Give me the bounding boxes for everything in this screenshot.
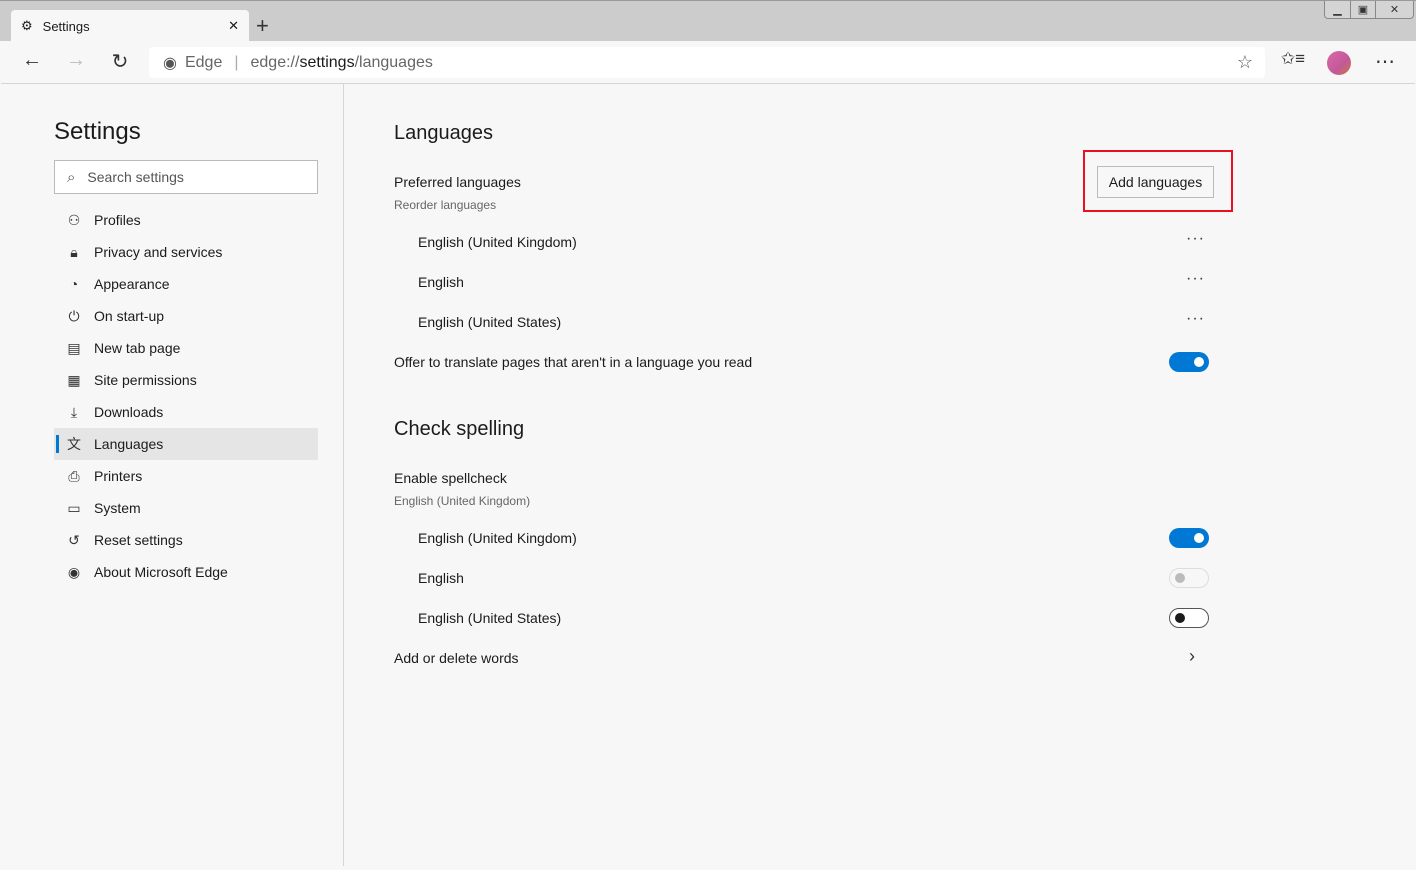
chevron-right-icon[interactable]: › [1189, 646, 1195, 667]
sidebar-item-label: Appearance [94, 276, 170, 292]
refresh-button[interactable]: ↻ [106, 49, 134, 74]
preferred-languages-label: Preferred languages [394, 174, 521, 190]
sidebar-item-site-permissions[interactable]: ▦ Site permissions [54, 364, 318, 396]
sidebar-item-label: On start-up [94, 308, 165, 324]
url-scheme: edge:// [250, 53, 300, 71]
search-placeholder: Search settings [87, 169, 184, 185]
search-input[interactable]: ⌕ Search settings [54, 160, 318, 194]
site-permissions-icon: ▦ [67, 371, 81, 388]
printer-icon: ⎙ [68, 467, 80, 484]
more-options-icon[interactable]: ··· [1186, 270, 1205, 288]
sidebar-item-label: Profiles [94, 212, 141, 228]
toolbar: ← → ↻ ◉ Edge | edge://settings/languages… [1, 41, 1415, 84]
window-controls: ▁ ▣ ✕ [1324, 1, 1414, 19]
url-host: settings [299, 53, 355, 71]
edge-logo-icon: ◉ [67, 563, 81, 580]
new-tab-icon: ▤ [67, 339, 81, 356]
preferred-language-item: English (United States) [418, 314, 562, 330]
maximize-button[interactable]: ▣ [1350, 1, 1375, 18]
sidebar-item-label: System [94, 500, 141, 516]
sidebar-item-label: Site permissions [94, 372, 197, 388]
sidebar-item-reset-settings[interactable]: ↺ Reset settings [54, 524, 318, 556]
add-favorite-icon[interactable]: ☆ [1237, 52, 1253, 73]
sidebar-item-system[interactable]: ▭ System [54, 492, 318, 524]
minimize-button[interactable]: ▁ [1325, 1, 1350, 18]
sidebar-item-label: Downloads [94, 404, 164, 420]
enable-spellcheck-label: Enable spellcheck [394, 470, 507, 486]
spellcheck-language-item: English [418, 570, 464, 586]
sidebar-item-label: Reset settings [94, 532, 183, 548]
sidebar-item-privacy-and-services[interactable]: 🔒︎ Privacy and services [54, 236, 318, 268]
power-icon: ⏻ [68, 307, 80, 324]
preferred-language-item: English (United Kingdom) [418, 234, 577, 250]
back-button[interactable]: ← [18, 49, 46, 72]
avatar[interactable] [1327, 51, 1351, 75]
edge-logo-icon: ◉ [163, 54, 177, 72]
highlight-box [1083, 150, 1233, 212]
spellcheck-language-item: English (United States) [418, 610, 562, 626]
languages-heading: Languages [394, 122, 493, 144]
spellcheck-language-item: English (United Kingdom) [418, 530, 577, 546]
sidebar-item-label: Privacy and services [94, 244, 223, 260]
sidebar-item-downloads[interactable]: ⤓ Downloads [54, 396, 318, 428]
sidebar-item-new-tab-page[interactable]: ▤ New tab page [54, 332, 318, 364]
download-icon: ⤓ [70, 403, 78, 420]
sidebar-item-about-microsoft-edge[interactable]: ◉ About Microsoft Edge [54, 556, 318, 588]
sidebar-item-on-start-up[interactable]: ⏻ On start-up [54, 300, 318, 332]
sidebar-item-languages[interactable]: 文 Languages [54, 428, 318, 460]
sidebar-nav: ⚇ Profiles 🔒︎ Privacy and services ◔ Appearan… [54, 204, 318, 588]
search-icon: ⌕ [67, 168, 76, 186]
favorites-icon[interactable]: ✩≡ [1279, 49, 1307, 69]
sidebar-title: Settings [54, 118, 141, 145]
sidebar-item-profiles[interactable]: ⚇ Profiles [54, 204, 318, 236]
tab-title: Settings [42, 18, 90, 34]
sidebar-item-label: About Microsoft Edge [94, 564, 228, 580]
preferred-languages-sub: Reorder languages [394, 198, 497, 212]
add-delete-words-link[interactable]: Add or delete words [394, 650, 519, 666]
person-icon: ⚇ [67, 211, 81, 228]
address-separator: | [234, 53, 239, 71]
forward-button[interactable]: → [62, 49, 90, 72]
gear-icon: ⚙ [21, 18, 33, 33]
more-menu-icon[interactable]: ⋯ [1371, 49, 1399, 74]
close-window-button[interactable]: ✕ [1375, 1, 1413, 18]
tab-settings[interactable]: ⚙ Settings ✕ [11, 10, 249, 42]
new-tab-button[interactable]: + [256, 13, 269, 39]
sidebar-item-label: Printers [94, 468, 143, 484]
more-options-icon[interactable]: ··· [1186, 310, 1205, 328]
lock-icon: 🔒︎ [70, 243, 78, 260]
sidebar: Settings ⌕ Search settings ⚇ Profiles 🔒︎ Pr… [1, 84, 344, 866]
sidebar-item-label: New tab page [94, 340, 181, 356]
languages-icon: 文 [67, 436, 81, 452]
more-options-icon[interactable]: ··· [1186, 230, 1205, 248]
enable-spellcheck-sub: English (United Kingdom) [394, 494, 531, 508]
address-prefix: Edge [184, 53, 223, 71]
preferred-language-item: English [418, 274, 464, 290]
palette-icon: ◔ [69, 276, 79, 292]
check-spelling-heading: Check spelling [394, 418, 525, 440]
close-tab-icon[interactable]: ✕ [228, 18, 239, 34]
reset-icon: ↺ [68, 531, 80, 548]
spellcheck-toggle[interactable] [1169, 608, 1209, 628]
sidebar-item-label: Languages [94, 436, 164, 452]
translate-label: Offer to translate pages that aren't in … [394, 354, 753, 370]
url-path: /languages [354, 53, 433, 71]
translate-toggle[interactable] [1169, 352, 1209, 372]
sidebar-item-printers[interactable]: ⎙ Printers [54, 460, 318, 492]
sidebar-item-appearance[interactable]: ◔ Appearance [54, 268, 318, 300]
tab-strip: ⚙ Settings ✕ + ▁ ▣ ✕ [0, 0, 1416, 42]
address-bar[interactable]: ◉ Edge | edge://settings/languages ☆ [149, 47, 1265, 78]
spellcheck-toggle[interactable] [1169, 528, 1209, 548]
spellcheck-toggle[interactable] [1169, 568, 1209, 588]
laptop-icon: ▭ [67, 499, 81, 516]
